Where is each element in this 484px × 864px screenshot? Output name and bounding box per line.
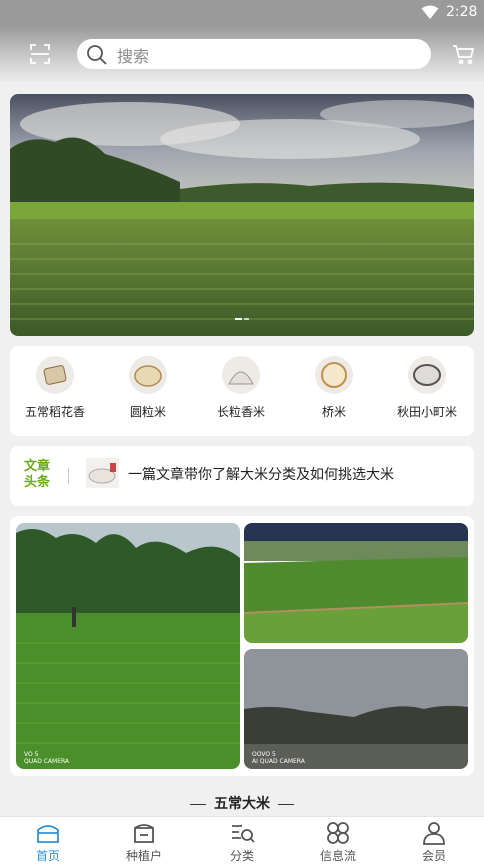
search-placeholder: 搜索 bbox=[117, 47, 150, 66]
scan-icon[interactable] bbox=[28, 42, 52, 66]
divider bbox=[68, 468, 69, 484]
home-icon bbox=[37, 825, 59, 843]
carousel-indicator bbox=[10, 305, 474, 324]
rice-plate-icon bbox=[408, 356, 446, 394]
nav-label: 分类 bbox=[229, 849, 254, 863]
photo-terraced-fields[interactable] bbox=[244, 523, 468, 643]
article-headline-bar[interactable]: 文章头条 一篇文章带你了解大米分类及如何挑选大米 bbox=[10, 446, 474, 506]
nav-label: 会员 bbox=[421, 849, 446, 863]
rice-bag-icon bbox=[36, 356, 74, 394]
category-round-rice[interactable]: 圆粒米 bbox=[103, 356, 193, 426]
cart-icon[interactable] bbox=[452, 42, 476, 66]
nav-label: 信息流 bbox=[319, 849, 356, 863]
photo-grid: VO 5 QUAD CAMERA OOVO 5 AI QUAD CAMERA bbox=[10, 516, 474, 776]
search-input[interactable]: 搜索 bbox=[77, 39, 431, 69]
rice-bowl-icon bbox=[129, 356, 167, 394]
article-tag: 文章头条 bbox=[24, 459, 51, 490]
photo-flooded-field[interactable]: OOVO 5 AI QUAD CAMERA bbox=[244, 649, 468, 769]
nav-label: 首页 bbox=[35, 849, 60, 863]
article-thumbnail bbox=[86, 458, 119, 488]
category-icon bbox=[232, 825, 255, 843]
nav-feed[interactable]: 信息流 bbox=[298, 820, 378, 864]
nav-label: 种植户 bbox=[125, 849, 162, 863]
photo-rice-field-farmer[interactable]: VO 5 QUAD CAMERA bbox=[16, 523, 240, 769]
category-long-grain[interactable]: 长粒香米 bbox=[196, 356, 286, 426]
nav-farmer[interactable]: 种植户 bbox=[104, 820, 184, 864]
article-headline: 一篇文章带你了解大米分类及如何挑选大米 bbox=[128, 467, 394, 483]
farmer-icon bbox=[134, 824, 154, 843]
category-akita-komachi[interactable]: 秋田小町米 bbox=[382, 356, 472, 426]
feed-icon bbox=[327, 822, 349, 844]
category-wuchang[interactable]: 五常稻花香 bbox=[10, 356, 100, 426]
rice-pile-icon bbox=[222, 356, 260, 394]
search-icon bbox=[87, 45, 107, 65]
category-qiao-rice[interactable]: 桥米 bbox=[289, 356, 379, 426]
category-label: 五常稻花香 bbox=[24, 405, 85, 419]
category-label: 秋田小町米 bbox=[396, 405, 457, 419]
nav-category[interactable]: 分类 bbox=[202, 820, 282, 864]
banner-image bbox=[10, 94, 474, 336]
header: 搜索 bbox=[0, 26, 484, 82]
rice-bowl-icon bbox=[315, 356, 353, 394]
member-icon bbox=[423, 822, 445, 845]
status-bar: 2:28 bbox=[0, 0, 484, 26]
nav-member[interactable]: 会员 bbox=[394, 820, 474, 864]
nav-home[interactable]: 首页 bbox=[8, 820, 88, 864]
category-label: 桥米 bbox=[321, 405, 346, 419]
banner-carousel[interactable] bbox=[10, 94, 474, 336]
photo-watermark: OOVO 5 AI QUAD CAMERA bbox=[252, 751, 305, 765]
category-label: 长粒香米 bbox=[216, 405, 265, 419]
status-time: 2:28 bbox=[446, 4, 478, 20]
photo-watermark: VO 5 QUAD CAMERA bbox=[24, 751, 70, 765]
category-label: 圆粒米 bbox=[129, 405, 166, 419]
bottom-nav: 首页 种植户 分类 信息流 会员 bbox=[0, 816, 484, 864]
wifi-icon bbox=[421, 5, 439, 19]
section-title: 五常大米 bbox=[0, 793, 484, 813]
category-row: 五常稻花香 圆粒米 长粒香米 桥米 秋田小町米 bbox=[10, 346, 474, 436]
section-title-text: 五常大米 bbox=[214, 796, 270, 812]
